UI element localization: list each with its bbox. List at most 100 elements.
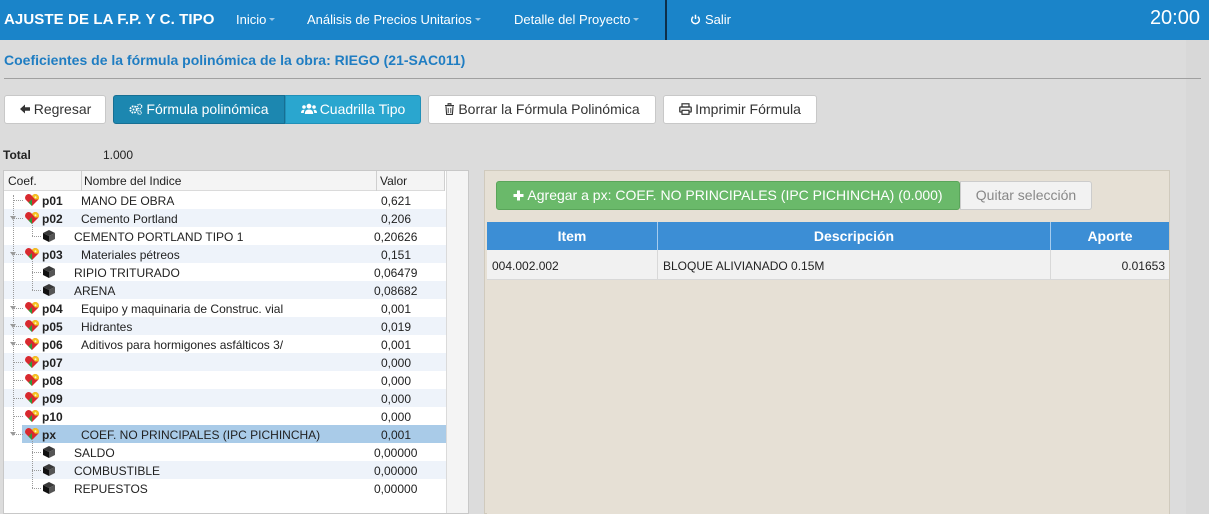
- column-divider: [657, 250, 658, 280]
- coefficient-icon: [24, 301, 40, 318]
- item-value: 0,00000: [374, 482, 418, 496]
- column-divider: [1050, 250, 1051, 280]
- table-row[interactable]: 004.002.002 BLOQUE ALIVIANADO 0.15M 0.01…: [487, 250, 1169, 280]
- tree-row-coef[interactable]: px COEF. NO PRINCIPALES (IPC PICHINCHA) 0,…: [22, 425, 454, 443]
- coef-value: 0,206: [381, 212, 412, 226]
- coef-code: p05: [42, 320, 63, 334]
- chevron-down-icon: [474, 18, 481, 22]
- tree-row-coef[interactable]: p09 0,000: [4, 389, 450, 407]
- nav-detalle-label: Detalle del Proyecto: [514, 12, 631, 27]
- nav-divider: [665, 0, 667, 40]
- col-item-header[interactable]: Item: [487, 228, 657, 244]
- item-name: CEMENTO PORTLAND TIPO 1: [74, 230, 244, 244]
- nav-inicio-label: Inicio: [236, 12, 267, 27]
- cuadrilla-tipo-button[interactable]: Cuadrilla Tipo: [285, 95, 421, 124]
- tree-row-coef[interactable]: p04 Equipo y maquinaria de Construc. vial…: [4, 299, 450, 317]
- tree-row-coef[interactable]: p06 Aditivos para hormigones asfálticos 3…: [4, 335, 450, 353]
- clear-selection-button[interactable]: Quitar selección: [960, 181, 1092, 210]
- coef-name: Aditivos para hormigones asfálticos 3/: [81, 338, 284, 352]
- coefficient-icon: [24, 391, 40, 408]
- column-divider: [444, 171, 445, 191]
- nav-inicio[interactable]: Inicio: [236, 12, 276, 27]
- formula-label: Fórmula polinómica: [146, 101, 269, 117]
- tree-row-item[interactable]: COMBUSTIBLE 0,00000: [4, 461, 450, 479]
- col-name-header[interactable]: Nombre del Indice: [84, 174, 181, 188]
- coef-value: 0,000: [381, 392, 412, 406]
- total-value: 1.000: [103, 148, 134, 162]
- tree-row-item[interactable]: SALDO 0,00000: [4, 443, 450, 461]
- coefficient-icon: [24, 337, 40, 354]
- tree-row-item[interactable]: ARENA 0,08682: [4, 281, 450, 299]
- col-aporte-header[interactable]: Aporte: [1051, 228, 1169, 244]
- back-button[interactable]: Regresar: [4, 95, 106, 124]
- total-label: Total: [3, 148, 31, 162]
- cube-icon: [42, 481, 56, 498]
- coefficient-icon: [24, 193, 40, 210]
- back-label: Regresar: [33, 101, 92, 117]
- item-value: 0,20626: [374, 230, 418, 244]
- clock: 20:00: [1149, 7, 1200, 29]
- tree-guide: [32, 236, 41, 237]
- coefficient-icon: [24, 319, 40, 336]
- cogs-icon: [129, 103, 143, 116]
- tree-guide: [32, 488, 41, 489]
- tree-row-item[interactable]: REPUESTOS 0,00000: [4, 479, 450, 497]
- cube-icon: [42, 463, 56, 480]
- coef-value: 0,151: [381, 248, 412, 262]
- coef-value: 0,001: [381, 302, 412, 316]
- nav-detalle-proyecto[interactable]: Detalle del Proyecto: [514, 12, 640, 27]
- tree-row-coef[interactable]: p08 0,000: [4, 371, 450, 389]
- tree-guide: [32, 290, 41, 291]
- formula-polinomica-button[interactable]: Fórmula polinómica: [113, 95, 285, 124]
- tree-header: Coef. Nombre del Indice Valor: [4, 171, 445, 191]
- coef-value: 0,000: [381, 410, 412, 424]
- tree-guide: [13, 398, 23, 399]
- coef-name: Materiales pétreos: [81, 248, 180, 262]
- tree-guide: [32, 452, 41, 453]
- aporte-grid-body: [487, 281, 1169, 514]
- tree-row-coef[interactable]: p02 Cemento Portland 0,206: [4, 209, 450, 227]
- tree-guide: [13, 362, 23, 363]
- coef-value: 0,001: [381, 338, 412, 352]
- nav-analisis-precios[interactable]: Análisis de Precios Unitarios: [307, 12, 481, 27]
- tree-row-coef[interactable]: p03 Materiales pétreos 0,151: [4, 245, 450, 263]
- logout-link[interactable]: Salir: [690, 12, 731, 27]
- col-desc-header[interactable]: Descripción: [658, 228, 1050, 244]
- tree-guide: [13, 200, 23, 201]
- print-formula-button[interactable]: Imprimir Fórmula: [663, 95, 817, 124]
- col-value-header[interactable]: Valor: [380, 174, 407, 188]
- tree-row-coef[interactable]: p01 MANO DE OBRA 0,621: [4, 191, 450, 209]
- tree-scrollbar[interactable]: [446, 171, 468, 513]
- item-name: REPUESTOS: [74, 482, 148, 496]
- col-coef-header[interactable]: Coef.: [8, 174, 37, 188]
- tree-row-coef[interactable]: p07 0,000: [4, 353, 450, 371]
- coef-name: COEF. NO PRINCIPALES (IPC PICHINCHA): [81, 428, 321, 442]
- add-to-px-button[interactable]: Agregar a px: COEF. NO PRINCIPALES (IPC …: [496, 181, 960, 210]
- tree-row-item[interactable]: RIPIO TRITURADO 0,06479: [4, 263, 450, 281]
- coefficient-tree-grid: Coef. Nombre del Indice Valor p01 MANO DE…: [3, 170, 469, 514]
- coef-value: 0,621: [381, 194, 412, 208]
- top-navbar: AJUSTE DE LA F.P. Y C. TIPO Inicio Análi…: [0, 0, 1209, 40]
- tree-row-item[interactable]: CEMENTO PORTLAND TIPO 1 0,20626: [4, 227, 450, 245]
- aporte-grid-header: Item Descripción Aporte: [487, 222, 1169, 250]
- tree-row-coef[interactable]: p10 0,000: [4, 407, 450, 425]
- plus-icon: [513, 190, 524, 201]
- coef-name: Cemento Portland: [81, 212, 178, 226]
- coef-code: p07: [42, 356, 63, 370]
- delete-formula-button[interactable]: Borrar la Fórmula Polinómica: [428, 95, 656, 124]
- item-value: 0,00000: [374, 446, 418, 460]
- coef-code: p03: [42, 248, 63, 262]
- item-name: SALDO: [74, 446, 115, 460]
- coef-code: p10: [42, 410, 63, 424]
- delete-label: Borrar la Fórmula Polinómica: [458, 101, 640, 117]
- arrow-left-icon: [19, 104, 30, 114]
- tree-row-coef[interactable]: p05 Hidrantes 0,019: [4, 317, 450, 335]
- coef-value: 0,019: [381, 320, 412, 334]
- item-value: 0,00000: [374, 464, 418, 478]
- nav-analisis-label: Análisis de Precios Unitarios: [307, 12, 472, 27]
- cuadrilla-label: Cuadrilla Tipo: [319, 101, 406, 117]
- coef-name: Equipo y maquinaria de Construc. vial: [81, 302, 284, 316]
- cube-icon: [42, 229, 56, 246]
- app-brand[interactable]: AJUSTE DE LA F.P. Y C. TIPO: [4, 11, 215, 28]
- coef-code: px: [42, 428, 57, 442]
